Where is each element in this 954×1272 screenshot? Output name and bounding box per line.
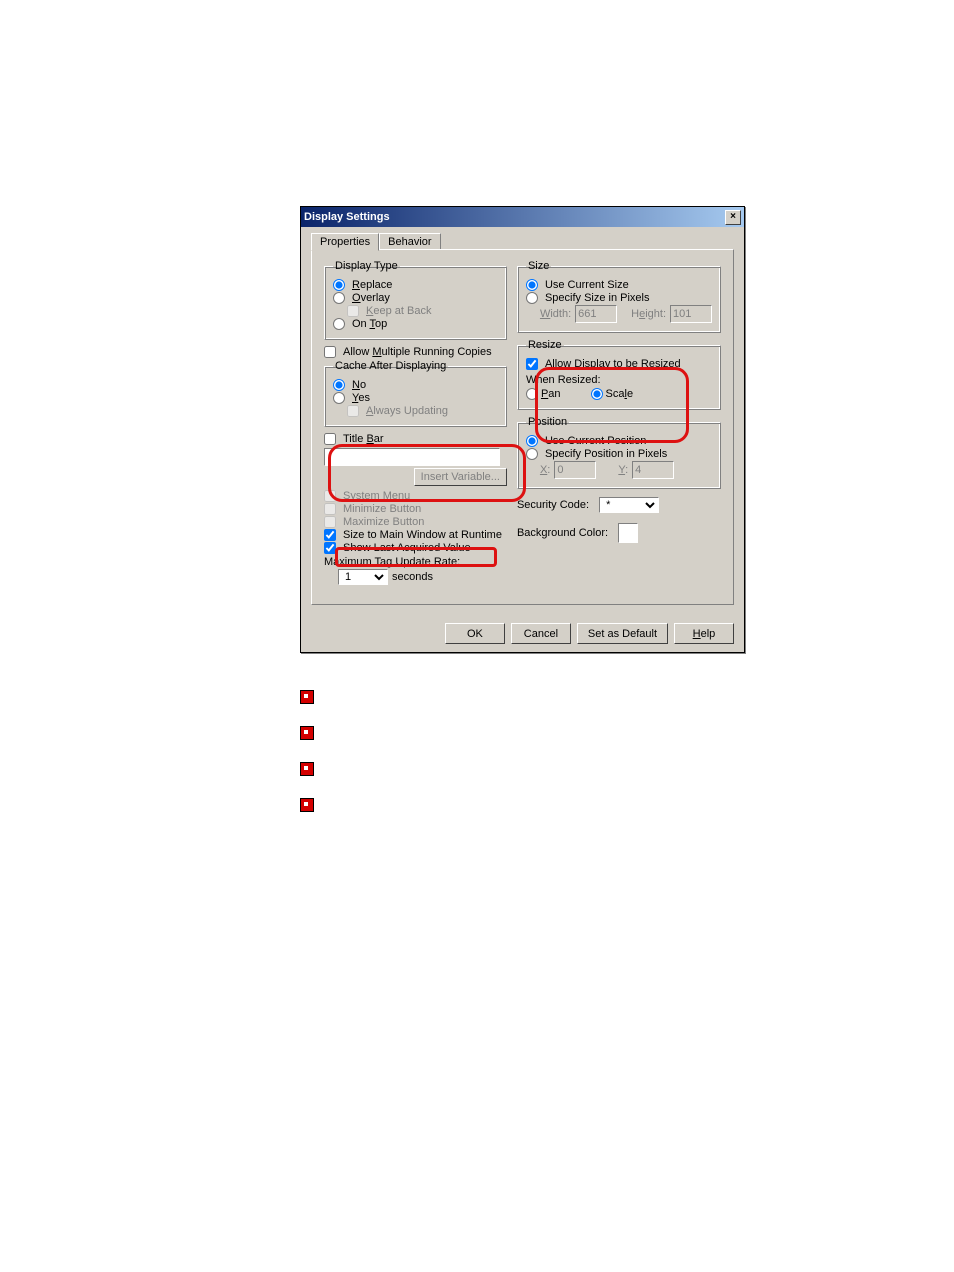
display-type-legend: Display Type <box>333 260 400 272</box>
show-last-check[interactable] <box>324 542 336 554</box>
width-label: Width: <box>540 308 571 320</box>
use-current-pos-label: Use Current Position <box>545 435 647 447</box>
tab-panel: Display Type Replace Overlay Keep at Bac… <box>311 249 734 605</box>
help-button[interactable]: Help <box>674 623 734 644</box>
insert-variable-button: Insert Variable... <box>414 468 507 486</box>
x-label: X: <box>540 464 550 476</box>
bullet-icon <box>300 762 314 776</box>
system-menu-check <box>324 490 336 502</box>
cache-legend: Cache After Displaying <box>333 360 448 372</box>
system-menu-label: System Menu <box>343 490 410 502</box>
specify-size-radio[interactable] <box>526 292 538 304</box>
use-current-pos-radio[interactable] <box>526 435 538 447</box>
tab-strip: Properties Behavior <box>311 233 734 250</box>
overlay-radio[interactable] <box>333 292 345 304</box>
allow-resize-check[interactable] <box>526 358 538 370</box>
background-color-label: Background Color: <box>517 527 608 539</box>
dialog-titlebar[interactable]: Display Settings × <box>301 207 744 227</box>
specify-pos-label: Specify Position in Pixels <box>545 448 667 460</box>
seconds-label: seconds <box>392 571 433 583</box>
specify-size-label: Specify Size in Pixels <box>545 292 650 304</box>
dialog-body: Properties Behavior Display Type Replace… <box>301 227 744 615</box>
minimize-label: Minimize Button <box>343 503 421 515</box>
tab-properties[interactable]: Properties <box>311 233 379 251</box>
on-top-label: On Top <box>352 318 387 330</box>
allow-multiple-check[interactable] <box>324 346 336 358</box>
x-input <box>554 461 596 479</box>
display-type-group: Display Type Replace Overlay Keep at Bac… <box>324 260 507 340</box>
update-rate-select[interactable]: 1 <box>338 569 388 585</box>
position-group: Position Use Current Position Specify Po… <box>517 416 721 489</box>
size-to-main-check[interactable] <box>324 529 336 541</box>
scale-radio[interactable] <box>591 388 603 400</box>
scale-label: Scale <box>606 388 634 400</box>
allow-resize-label: Allow Display to be Resized <box>545 358 681 370</box>
height-input <box>670 305 712 323</box>
y-label: Y: <box>618 464 628 476</box>
maximize-check <box>324 516 336 528</box>
overlay-label: Overlay <box>352 292 390 304</box>
cache-yes-radio[interactable] <box>333 392 345 404</box>
position-legend: Position <box>526 416 569 428</box>
pan-label: Pan <box>541 388 561 400</box>
background-color-swatch[interactable] <box>618 523 638 543</box>
title-bar-check[interactable] <box>324 433 336 445</box>
dialog-buttons: OK Cancel Set as Default Help <box>301 615 744 652</box>
title-bar-input[interactable] <box>324 448 500 466</box>
resize-group: Resize Allow Display to be Resized When … <box>517 339 721 410</box>
keep-at-back-check <box>347 305 359 317</box>
ok-button[interactable]: OK <box>445 623 505 644</box>
size-legend: Size <box>526 260 551 272</box>
size-group: Size Use Current Size Specify Size in Pi… <box>517 260 721 333</box>
on-top-radio[interactable] <box>333 318 345 330</box>
resize-legend: Resize <box>526 339 564 351</box>
specify-pos-radio[interactable] <box>526 448 538 460</box>
pan-radio[interactable] <box>526 388 538 400</box>
max-update-label: Maximum Tag Update Rate: <box>324 556 460 568</box>
cache-no-radio[interactable] <box>333 379 345 391</box>
cancel-button[interactable]: Cancel <box>511 623 571 644</box>
use-current-size-radio[interactable] <box>526 279 538 291</box>
cache-no-label: No <box>352 379 366 391</box>
maximize-label: Maximize Button <box>343 516 424 528</box>
always-updating-label: Always Updating <box>366 405 448 417</box>
security-code-select[interactable]: * <box>599 497 659 513</box>
replace-label: Replace <box>352 279 392 291</box>
tab-behavior[interactable]: Behavior <box>379 233 440 250</box>
show-last-label: Show Last Acquired Value <box>343 542 471 554</box>
bullet-icon <box>300 690 314 704</box>
bullet-icon <box>300 798 314 812</box>
allow-multiple-label: Allow Multiple Running Copies <box>343 346 492 358</box>
close-icon[interactable]: × <box>725 210 741 225</box>
dialog-title: Display Settings <box>304 211 390 223</box>
keep-at-back-label: Keep at Back <box>366 305 431 317</box>
width-input <box>575 305 617 323</box>
always-updating-check <box>347 405 359 417</box>
bullet-icon <box>300 726 314 740</box>
y-input <box>632 461 674 479</box>
replace-radio[interactable] <box>333 279 345 291</box>
bullet-list <box>300 690 314 834</box>
set-default-button[interactable]: Set as Default <box>577 623 668 644</box>
title-bar-label: Title Bar <box>343 433 384 445</box>
use-current-size-label: Use Current Size <box>545 279 629 291</box>
cache-group: Cache After Displaying No Yes Always Upd… <box>324 360 507 427</box>
security-code-label: Security Code: <box>517 499 589 511</box>
display-settings-dialog: Display Settings × Properties Behavior D… <box>300 206 745 653</box>
size-to-main-label: Size to Main Window at Runtime <box>343 529 502 541</box>
when-resized-label: When Resized: <box>526 374 712 386</box>
minimize-check <box>324 503 336 515</box>
height-label: Height: <box>631 308 666 320</box>
cache-yes-label: Yes <box>352 392 370 404</box>
